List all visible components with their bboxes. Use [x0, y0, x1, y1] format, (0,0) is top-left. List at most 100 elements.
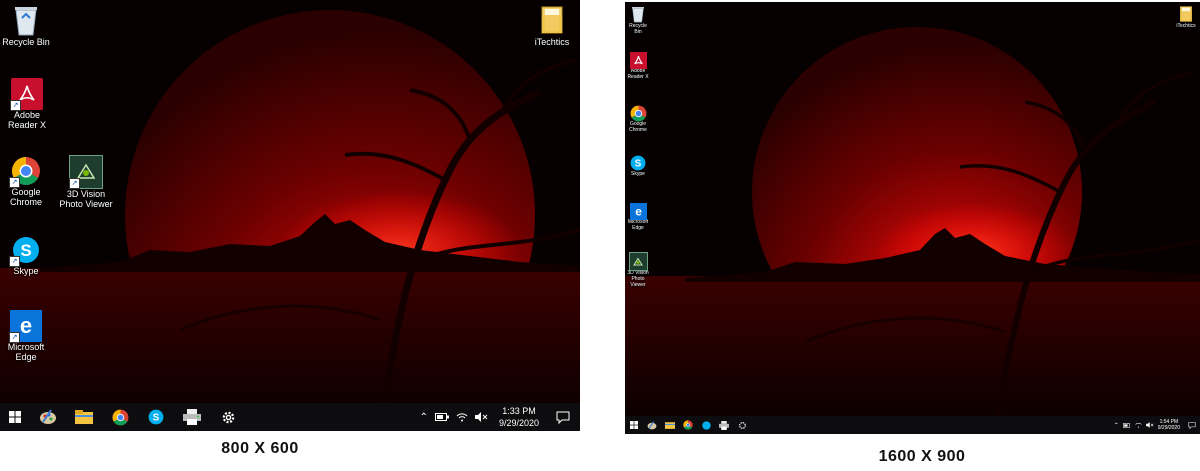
taskbar-settings-button[interactable] — [210, 403, 246, 431]
3d-vision-icon: ↗ — [69, 155, 103, 189]
gear-icon — [222, 411, 234, 423]
taskbar-chrome-button[interactable] — [679, 416, 697, 434]
desktop-icon-google-chrome[interactable]: Google Chrome — [625, 104, 651, 134]
taskbar-skype-button[interactable] — [697, 416, 715, 434]
svg-text:e: e — [20, 314, 32, 338]
recycle-bin-label: Recycle Bin — [2, 37, 50, 47]
chrome-icon — [629, 104, 647, 122]
recycle-bin-label: Recycle Bin — [629, 23, 647, 35]
desktop-icon-recycle-bin[interactable]: Recycle Bin — [625, 4, 651, 36]
taskbar-skype-button[interactable]: S — [138, 403, 174, 431]
svg-text:S: S — [153, 412, 160, 423]
folder-icon — [536, 3, 568, 37]
desktop-icon-microsoft-edge[interactable]: e Microsoft Edge — [625, 203, 651, 232]
caption-800x600: 800 X 600 — [221, 440, 299, 457]
printer-icon — [719, 420, 729, 430]
clock-time: 1:33 PM — [502, 406, 536, 416]
clock-date: 9/29/2020 — [498, 418, 539, 428]
desktop-icon-skype[interactable]: S Skype — [625, 154, 651, 178]
taskbar-settings-button[interactable] — [733, 416, 751, 434]
taskbar: S ⌃ 1:33 PM 9/29/2020 — [0, 403, 580, 431]
printer-icon — [183, 409, 201, 425]
recycle-bin-icon — [10, 3, 42, 37]
desktop-icon-3d-vision[interactable]: 3D Vision Photo Viewer — [625, 252, 651, 288]
action-center-button[interactable] — [546, 403, 580, 431]
taskbar-paint-button[interactable] — [643, 416, 661, 434]
speaker-muted-icon[interactable] — [1145, 422, 1154, 428]
adobe-reader-icon: ↗ — [10, 78, 43, 111]
edge-icon: e ↗ — [9, 310, 42, 343]
google-chrome-label: Google Chrome — [9, 187, 42, 208]
file-explorer-icon — [665, 422, 675, 429]
skype-label: Skype — [13, 266, 39, 276]
microsoft-edge-label: Microsoft Edge — [627, 219, 649, 231]
speaker-muted-icon[interactable] — [474, 412, 488, 422]
system-tray: ⌃ 1:33 PM 9/29/2020 — [420, 403, 580, 431]
shortcut-arrow-icon: ↗ — [9, 332, 20, 343]
action-center-button[interactable] — [1184, 416, 1200, 434]
desktop-icon-3d-vision[interactable]: ↗ 3D Vision Photo Viewer — [58, 155, 114, 210]
paint-palette-icon — [647, 420, 657, 429]
desktop-icon-adobe-reader[interactable]: ↗ Adobe Reader X — [2, 78, 52, 131]
start-button[interactable] — [0, 403, 30, 431]
skype-icon: S — [629, 154, 647, 172]
desktop-icon-recycle-bin[interactable]: Recycle Bin — [2, 3, 50, 47]
shortcut-arrow-icon: ↗ — [10, 100, 21, 111]
start-button[interactable] — [625, 416, 643, 434]
svg-text:e: e — [635, 205, 642, 218]
3d-vision-icon — [628, 252, 648, 271]
taskbar-file-explorer-button[interactable] — [661, 416, 679, 434]
shortcut-arrow-icon: ↗ — [69, 178, 80, 189]
wifi-icon[interactable] — [1135, 422, 1142, 428]
desktop-icon-microsoft-edge[interactable]: e ↗ Microsoft Edge — [2, 310, 50, 363]
desktop-screenshot-1600x900: Recycle Bin Adobe Reader X Google Chrome… — [625, 2, 1200, 434]
taskbar-clock[interactable]: 1:54 PM 9/29/2020 — [1158, 419, 1180, 431]
desktop-icon-skype[interactable]: S ↗ Skype — [2, 234, 50, 276]
windows-logo-icon — [630, 421, 638, 429]
taskbar-printer-button[interactable] — [174, 403, 210, 431]
system-tray: ⌃ 1:54 PM 9/29/2020 — [1114, 416, 1200, 434]
taskbar-clock[interactable]: 1:33 PM 9/29/2020 — [499, 405, 539, 429]
desktop-icon-google-chrome[interactable]: ↗ Google Chrome — [2, 155, 50, 208]
recycle-bin-icon — [629, 4, 647, 24]
chrome-icon: ↗ — [9, 155, 42, 188]
desktop-icon-adobe-reader[interactable]: Adobe Reader X — [625, 52, 651, 81]
shortcut-arrow-icon: ↗ — [9, 256, 20, 267]
chrome-icon — [112, 409, 128, 425]
3d-vision-label: 3D Vision Photo Viewer — [59, 189, 113, 210]
notification-icon — [556, 411, 570, 424]
chevron-up-icon[interactable]: ⌃ — [420, 412, 428, 423]
red-moon-wallpaper — [0, 0, 580, 431]
windows-logo-icon — [9, 411, 21, 423]
wifi-icon[interactable] — [456, 412, 468, 422]
gear-icon — [738, 421, 746, 429]
svg-text:S: S — [635, 158, 642, 169]
shortcut-arrow-icon: ↗ — [9, 177, 20, 188]
taskbar: ⌃ 1:54 PM 9/29/2020 — [625, 416, 1200, 434]
taskbar-file-explorer-button[interactable] — [66, 403, 102, 431]
clock-date: 9/29/2020 — [1157, 425, 1180, 431]
taskbar-chrome-button[interactable] — [102, 403, 138, 431]
itechtics-label: iTechtics — [1176, 23, 1196, 29]
desktop-icon-itechtics-folder[interactable]: iTechtics — [1173, 4, 1199, 30]
chrome-icon — [683, 420, 693, 430]
caption-1600x900: 1600 X 900 — [878, 448, 966, 465]
paint-palette-icon — [40, 409, 56, 424]
skype-label: Skype — [631, 171, 645, 177]
notification-icon — [1188, 421, 1196, 429]
itechtics-label: iTechtics — [534, 37, 570, 47]
desktop-icon-itechtics-folder[interactable]: iTechtics — [528, 3, 576, 47]
edge-icon: e — [629, 203, 647, 220]
svg-text:S: S — [20, 241, 31, 260]
file-explorer-icon — [75, 410, 93, 424]
adobe-reader-label: Adobe Reader X — [627, 68, 649, 80]
google-chrome-label: Google Chrome — [629, 121, 647, 133]
skype-icon — [701, 420, 711, 430]
taskbar-paint-button[interactable] — [30, 403, 66, 431]
taskbar-printer-button[interactable] — [715, 416, 733, 434]
folder-icon — [1177, 4, 1195, 24]
battery-icon[interactable] — [1122, 422, 1131, 428]
chevron-up-icon[interactable]: ⌃ — [1114, 422, 1119, 429]
adobe-reader-icon — [629, 52, 647, 69]
battery-icon[interactable] — [434, 413, 449, 421]
